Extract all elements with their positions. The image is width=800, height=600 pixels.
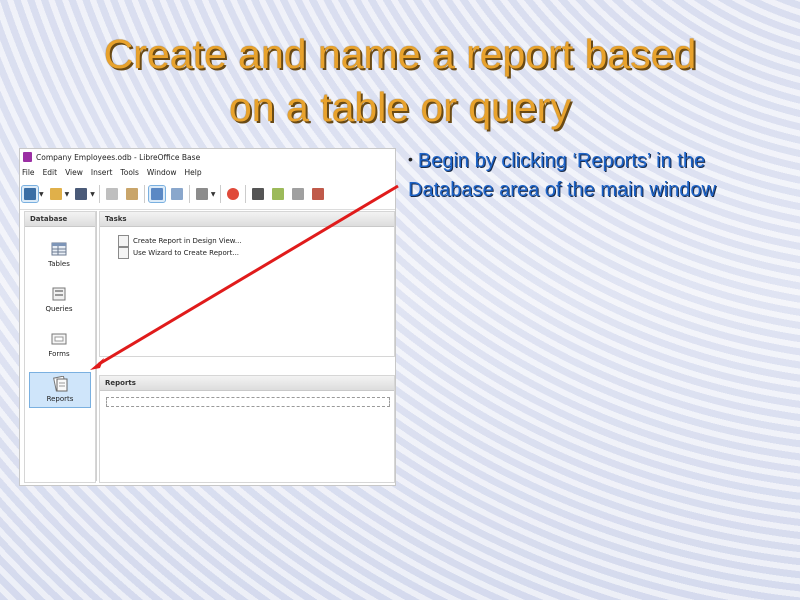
menu-tools[interactable]: Tools: [120, 168, 138, 177]
database-item-tables[interactable]: Tables: [29, 238, 89, 272]
database-pane-header: Database: [25, 212, 95, 227]
toolbar-separator: [188, 185, 190, 203]
sort-icon[interactable]: [169, 186, 185, 202]
task-create-report-design-view[interactable]: Create Report in Design View...: [100, 235, 394, 247]
database-item-reports[interactable]: Reports: [29, 372, 91, 408]
chevron-down-icon[interactable]: ▼: [211, 191, 216, 198]
sort-ascending-icon[interactable]: [147, 185, 166, 203]
window-title: Company Employees.odb - LibreOffice Base: [36, 152, 201, 162]
edit-icon[interactable]: [270, 186, 286, 202]
menu-insert[interactable]: Insert: [91, 168, 113, 177]
slide-title-line-1: Create and name a report based: [103, 31, 697, 77]
slide-title: Create and name a report based on a tabl…: [20, 28, 780, 134]
task-use-wizard-create-report[interactable]: Use Wizard to Create Report...: [100, 247, 394, 259]
reports-list[interactable]: [106, 397, 390, 407]
tasks-pane: Tasks Create Report in Design View... Us…: [99, 211, 395, 357]
slide-title-line-2: on a table or query: [229, 84, 571, 130]
toolbar: ▼ ▼ ▼ ▼: [20, 179, 395, 210]
tables-icon: [51, 241, 67, 257]
bullet-point: • Begin by clicking ‘Reports’ in the Data…: [408, 145, 778, 205]
new-document-icon[interactable]: [21, 185, 39, 203]
menu-bar: File Edit View Insert Tools Window Help: [20, 165, 395, 179]
forms-icon: [51, 331, 67, 347]
menu-view[interactable]: View: [65, 168, 83, 177]
chevron-down-icon[interactable]: ▼: [65, 191, 70, 198]
menu-edit[interactable]: Edit: [43, 168, 58, 177]
reports-pane-header: Reports: [100, 376, 394, 391]
database-pane: Database Tables Queries Forms Reports: [24, 211, 96, 483]
reports-icon: [52, 375, 68, 392]
bullet-marker: •: [408, 151, 413, 167]
toolbar-separator: [98, 185, 100, 203]
database-item-forms[interactable]: Forms: [29, 328, 89, 362]
toolbar-separator: [219, 185, 221, 203]
chevron-down-icon[interactable]: ▼: [90, 191, 95, 198]
paste-icon[interactable]: [124, 186, 140, 202]
task-label: Create Report in Design View...: [133, 237, 242, 245]
chevron-down-icon[interactable]: ▼: [39, 191, 44, 198]
menu-help[interactable]: Help: [184, 168, 201, 177]
copy-icon[interactable]: [104, 186, 120, 202]
save-icon[interactable]: [73, 186, 89, 202]
help-icon[interactable]: [225, 186, 241, 202]
queries-icon: [51, 286, 67, 302]
database-item-queries[interactable]: Queries: [29, 283, 89, 317]
window-titlebar: Company Employees.odb - LibreOffice Base: [20, 149, 395, 165]
reports-pane: Reports: [99, 375, 395, 483]
report-icon[interactable]: [250, 186, 266, 202]
menu-file[interactable]: File: [22, 168, 35, 177]
database-item-label: Queries: [45, 305, 73, 313]
menu-window[interactable]: Window: [147, 168, 177, 177]
libreoffice-base-window: Company Employees.odb - LibreOffice Base…: [19, 148, 396, 486]
document-icon: [118, 235, 129, 247]
tasks-pane-header: Tasks: [100, 212, 394, 227]
open-folder-icon[interactable]: [48, 186, 64, 202]
database-item-label: Reports: [46, 395, 74, 403]
libreoffice-base-icon: [23, 152, 32, 162]
open-icon[interactable]: [290, 186, 306, 202]
toolbar-separator: [244, 185, 246, 203]
toolbar-separator: [143, 185, 145, 203]
wizard-icon: [118, 247, 129, 259]
delete-icon[interactable]: [310, 186, 326, 202]
bullet-text: Begin by clicking ‘Reports’ in the Datab…: [408, 150, 716, 201]
task-label: Use Wizard to Create Report...: [133, 249, 240, 257]
database-item-label: Forms: [48, 350, 70, 358]
pane-splitter[interactable]: [96, 211, 97, 481]
database-item-label: Tables: [48, 260, 70, 268]
form-icon[interactable]: [194, 186, 210, 202]
